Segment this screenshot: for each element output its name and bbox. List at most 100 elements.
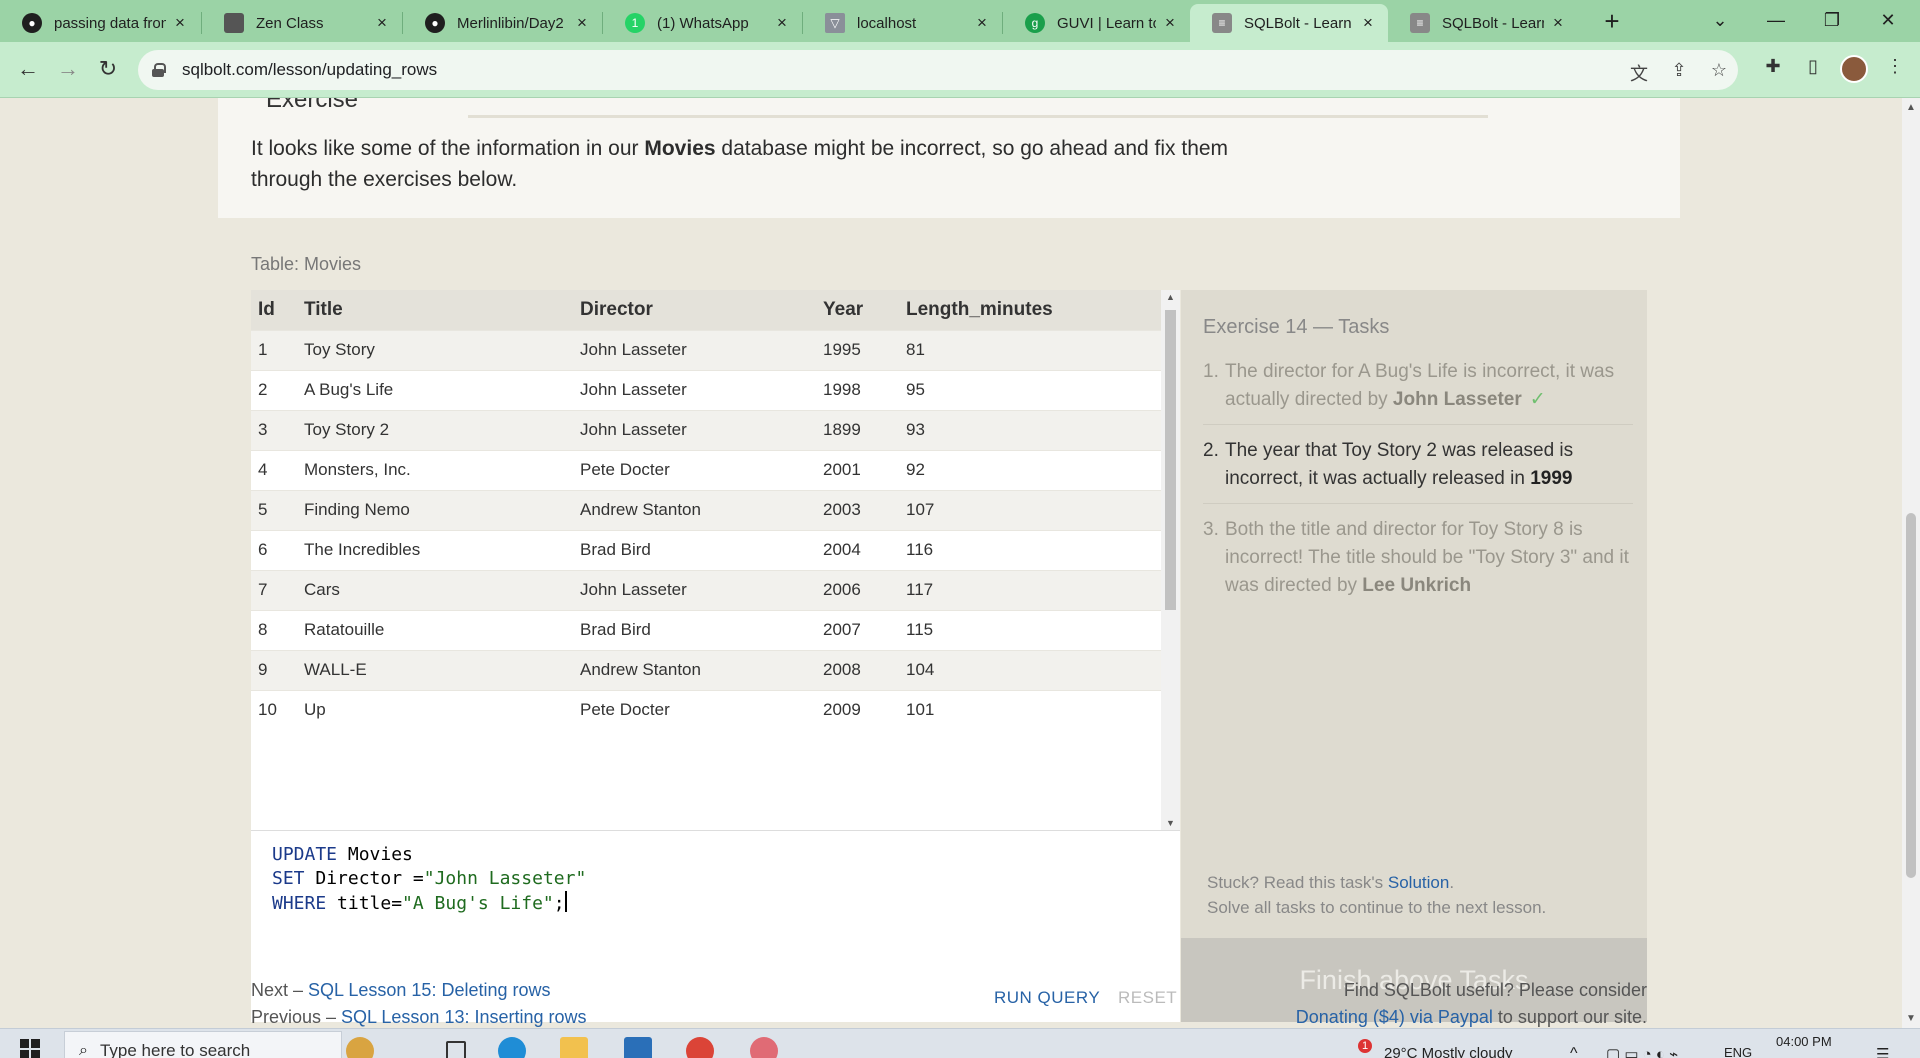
close-tab-icon[interactable]: × <box>374 13 390 33</box>
table-row: 6 The Incredibles Brad Bird 2004 116 <box>251 529 1161 570</box>
check-icon: ✓ <box>1529 389 1546 410</box>
sql-text: title= <box>326 893 403 914</box>
scroll-down-arrow-icon[interactable]: ▼ <box>1906 1013 1916 1024</box>
tab-label: passing data fron <box>54 14 166 32</box>
column-header-title: Title <box>297 290 573 330</box>
window-close-button[interactable]: ✕ <box>1860 0 1916 42</box>
cell-title: Cars <box>297 569 573 610</box>
reload-button[interactable]: ↻ <box>92 54 124 86</box>
page-scroll-thumb[interactable] <box>1906 513 1916 878</box>
page-scrollbar[interactable]: ▲ ▼ <box>1902 98 1920 1028</box>
taskbar-search-box[interactable]: ⌕ Type here to search <box>64 1031 342 1058</box>
next-lesson-link[interactable]: SQL Lesson 15: Deleting rows <box>308 980 550 1000</box>
close-tab-icon[interactable]: × <box>574 13 590 33</box>
tab-localhost[interactable]: ▽ localhost × <box>803 4 1002 42</box>
share-icon[interactable]: ⇪ <box>1668 60 1690 81</box>
cortana-pharaoh-icon[interactable] <box>346 1037 374 1058</box>
notifications-icon[interactable]: ☰ <box>1876 1045 1889 1058</box>
close-tab-icon[interactable]: × <box>1162 13 1178 33</box>
column-header-director: Director <box>573 290 816 330</box>
edge-icon[interactable] <box>498 1037 526 1058</box>
side-panel-icon[interactable]: ▯ <box>1800 56 1826 77</box>
task-number: 2. <box>1203 440 1219 461</box>
cell-length: 101 <box>899 689 1161 730</box>
table-scroll-thumb[interactable] <box>1165 310 1176 610</box>
cell-year: 2007 <box>816 609 899 650</box>
profile-avatar[interactable] <box>1840 55 1868 83</box>
reset-button[interactable]: RESET <box>1118 988 1177 1008</box>
vite-icon: ▽ <box>825 13 845 33</box>
tab-github-passing-data[interactable]: ● passing data fron × <box>0 4 200 42</box>
restore-button[interactable]: ❐ <box>1804 0 1860 42</box>
table-row: 9 WALL-E Andrew Stanton 2008 104 <box>251 649 1161 690</box>
address-bar[interactable]: sqlbolt.com/lesson/updating_rows 文 ⇪ ☆ <box>138 50 1738 90</box>
solution-link[interactable]: Solution <box>1388 873 1449 892</box>
sql-code[interactable]: UPDATE Movies SET Director ="John Lasset… <box>272 843 586 916</box>
tab-sqlbolt[interactable]: ≡ SQLBolt - Learn S × <box>1388 4 1578 42</box>
new-tab-button[interactable]: + <box>1596 6 1628 38</box>
tab-search-chevron-icon[interactable]: ⌄ <box>1692 0 1748 42</box>
column-header-id: Id <box>251 290 297 330</box>
close-tab-icon[interactable]: × <box>774 13 790 33</box>
scroll-up-arrow-icon[interactable]: ▲ <box>1166 292 1175 302</box>
tab-whatsapp[interactable]: 1 (1) WhatsApp × <box>603 4 802 42</box>
tab-label: SQLBolt - Learn S <box>1244 14 1354 32</box>
tab-sqlbolt-active[interactable]: ≡ SQLBolt - Learn S × <box>1190 4 1388 42</box>
weather-text[interactable]: 29°C Mostly cloudy <box>1384 1045 1513 1058</box>
lock-icon[interactable] <box>152 63 166 77</box>
table-scrollbar[interactable]: ▲ ▼ <box>1161 290 1180 830</box>
app-icon[interactable] <box>750 1037 778 1058</box>
cell-title: Toy Story <box>297 329 573 370</box>
intro-text: It looks like some of the information in… <box>251 133 1301 195</box>
mail-icon[interactable] <box>624 1037 652 1058</box>
database-icon: ≡ <box>1212 13 1232 33</box>
clock-time[interactable]: 04:00 PM <box>1776 1034 1832 1049</box>
cell-director: John Lasseter <box>573 409 816 450</box>
translate-icon[interactable]: 文 <box>1628 60 1650 86</box>
chrome-icon[interactable] <box>686 1037 714 1058</box>
minimize-button[interactable]: — <box>1748 0 1804 42</box>
close-tab-icon[interactable]: × <box>1360 13 1376 33</box>
cell-length: 107 <box>899 489 1161 530</box>
windows-start-icon[interactable] <box>20 1039 40 1058</box>
donate-paypal-link[interactable]: Donating ($4) via Paypal <box>1296 1007 1493 1027</box>
cell-id: 2 <box>251 369 297 410</box>
tab-guvi[interactable]: g GUVI | Learn to c × <box>1003 4 1190 42</box>
tab-github-merlinlibin[interactable]: ● Merlinlibin/Day2 × <box>403 4 602 42</box>
task-view-icon[interactable] <box>446 1041 466 1058</box>
table-row: 7 Cars John Lasseter 2006 117 <box>251 569 1161 610</box>
sql-text: ; <box>553 893 565 914</box>
run-query-button[interactable]: RUN QUERY <box>994 988 1100 1008</box>
close-tab-icon[interactable]: × <box>974 13 990 33</box>
tab-label: Zen Class <box>256 14 324 32</box>
tab-zen-class[interactable]: Zen Class × <box>202 4 402 42</box>
bookmark-star-icon[interactable]: ☆ <box>1708 60 1730 81</box>
sql-string: "John Lasseter" <box>423 868 587 889</box>
task-item-1: 1. The director for A Bug's Life is incor… <box>1203 358 1633 425</box>
cell-length: 92 <box>899 449 1161 490</box>
tab-label: localhost <box>857 14 917 32</box>
extensions-puzzle-icon[interactable]: ✚ <box>1760 56 1786 77</box>
sql-keyword: UPDATE <box>272 844 338 865</box>
close-tab-icon[interactable]: × <box>172 13 188 33</box>
cell-id: 1 <box>251 329 297 370</box>
cell-length: 95 <box>899 369 1161 410</box>
tray-system-icons[interactable]: ▢ ▭ ◔ ◐ ⌁ <box>1606 1045 1678 1058</box>
scroll-up-arrow-icon[interactable]: ▲ <box>1906 102 1916 113</box>
url-text[interactable]: sqlbolt.com/lesson/updating_rows <box>182 60 437 80</box>
cell-director: Andrew Stanton <box>573 489 816 530</box>
browser-toolbar: ← → ↻ sqlbolt.com/lesson/updating_rows 文… <box>0 42 1920 98</box>
close-tab-icon[interactable]: × <box>1550 13 1566 33</box>
scroll-down-arrow-icon[interactable]: ▼ <box>1166 818 1175 828</box>
menu-kebab-icon[interactable]: ⋮ <box>1882 56 1908 77</box>
back-button[interactable]: ← <box>12 54 44 86</box>
previous-lesson-link[interactable]: SQL Lesson 13: Inserting rows <box>341 1007 586 1027</box>
sql-string: "A Bug's Life" <box>402 893 554 914</box>
tray-chevron-up-icon[interactable]: ^ <box>1570 1045 1578 1058</box>
file-explorer-icon[interactable] <box>560 1037 588 1058</box>
language-indicator[interactable]: ENG <box>1724 1045 1752 1058</box>
cell-director: Andrew Stanton <box>573 649 816 690</box>
cell-year: 2001 <box>816 449 899 490</box>
forward-button[interactable]: → <box>52 54 84 86</box>
cell-year: 2008 <box>816 649 899 690</box>
